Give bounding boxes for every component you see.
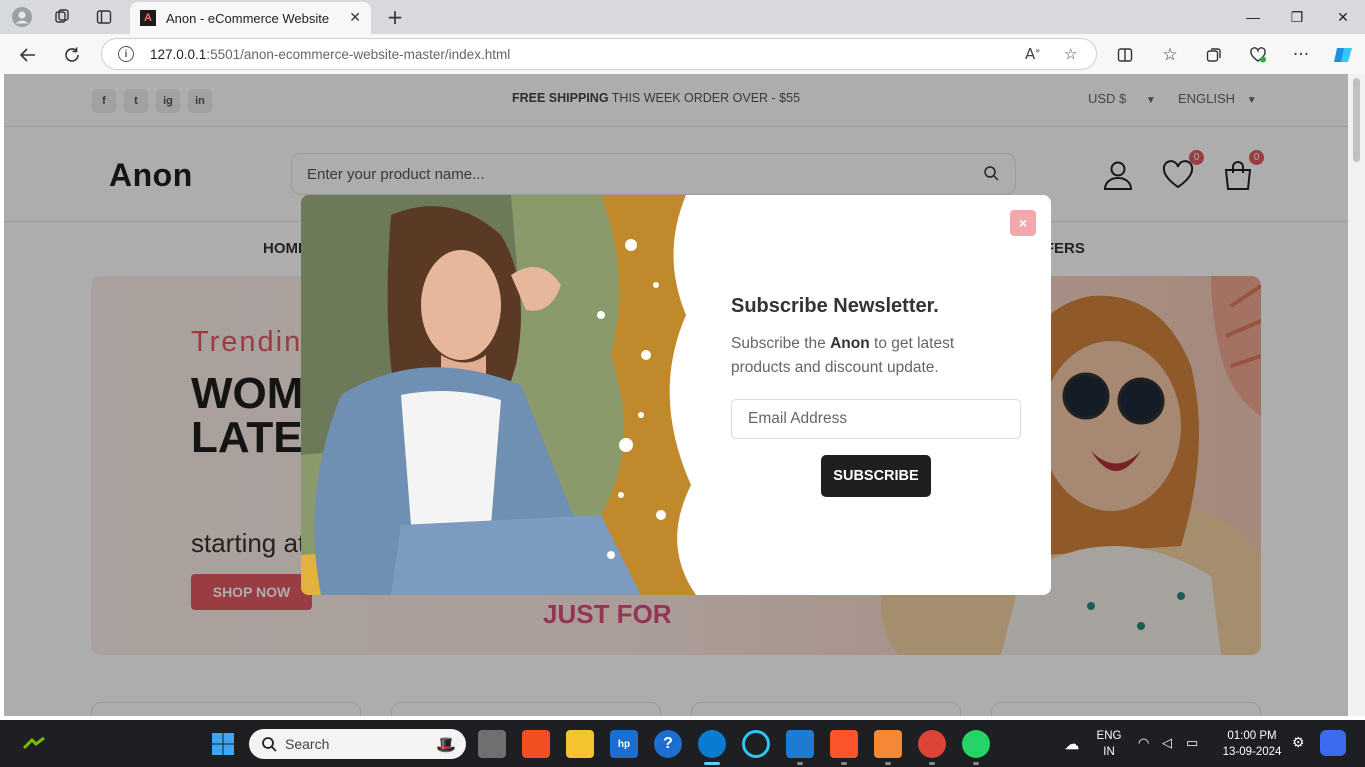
subscribe-button[interactable]: SUBSCRIBE xyxy=(821,455,931,497)
close-window-icon[interactable]: ✕ xyxy=(1328,5,1358,29)
more-menu-icon[interactable]: ··· xyxy=(1288,42,1314,68)
help-icon[interactable]: ? xyxy=(654,730,682,758)
favorites-icon[interactable]: ☆ xyxy=(1157,42,1183,68)
nvidia-icon[interactable] xyxy=(20,730,48,758)
task-view-icon[interactable] xyxy=(478,730,506,758)
app-icon[interactable] xyxy=(874,730,902,758)
windows-taskbar: Search 🎩 hp ? ☁ ENG IN ◠ ◁ ▭ 01:00 PM 13… xyxy=(0,720,1365,767)
newsletter-title: Subscribe Newsletter. xyxy=(731,295,939,317)
restore-icon[interactable]: ❐ xyxy=(1282,5,1312,29)
running-app-indicator xyxy=(929,762,935,765)
browser-toolbar: i 127.0.0.1:5501/anon-ecommerce-website-… xyxy=(0,34,1365,74)
brave-icon[interactable] xyxy=(830,730,858,758)
store-icon[interactable] xyxy=(522,730,550,758)
page-scrollbar[interactable] xyxy=(1348,74,1365,716)
browser-tab-strip: A Anon - eCommerce Website ✕ + — ❐ ✕ xyxy=(0,0,1365,34)
running-app-indicator xyxy=(885,762,891,765)
new-tab-icon[interactable]: + xyxy=(383,5,407,29)
search-icon xyxy=(262,737,277,752)
clock-date[interactable]: 13-09-2024 xyxy=(1218,746,1286,758)
profile-icon[interactable] xyxy=(10,5,34,29)
minimize-icon[interactable]: — xyxy=(1238,5,1268,29)
site-info-icon[interactable]: i xyxy=(118,46,134,62)
favorite-star-icon[interactable]: ☆ xyxy=(1064,45,1077,63)
refresh-icon[interactable] xyxy=(59,42,85,68)
search-highlight-icon: 🎩 xyxy=(436,734,456,754)
collections-icon[interactable] xyxy=(1201,42,1227,68)
email-field[interactable] xyxy=(731,399,1021,439)
address-bar[interactable]: i 127.0.0.1:5501/anon-ecommerce-website-… xyxy=(101,38,1097,70)
newsletter-model-image xyxy=(301,195,696,595)
settings-gear-icon[interactable]: ⚙ xyxy=(1292,734,1305,751)
taskbar-search[interactable]: Search 🎩 xyxy=(249,729,466,759)
battery-icon[interactable]: ▭ xyxy=(1186,735,1198,751)
copilot-taskbar-icon[interactable] xyxy=(1320,730,1346,756)
active-app-indicator xyxy=(704,762,720,765)
scrollbar-thumb[interactable] xyxy=(1353,78,1360,162)
start-windows-icon[interactable] xyxy=(209,730,237,758)
modal-close-icon[interactable]: × xyxy=(1010,210,1036,236)
running-app-indicator xyxy=(797,762,803,765)
workspaces-icon[interactable] xyxy=(50,5,74,29)
input-language-top[interactable]: ENG xyxy=(1094,730,1124,742)
chrome-icon[interactable] xyxy=(918,730,946,758)
tab-active[interactable]: A Anon - eCommerce Website ✕ xyxy=(130,2,371,34)
split-screen-icon[interactable] xyxy=(1112,42,1138,68)
read-aloud-icon[interactable]: A» xyxy=(1025,45,1040,63)
file-explorer-icon[interactable] xyxy=(566,730,594,758)
tab-actions-icon[interactable] xyxy=(92,5,116,29)
clock-time[interactable]: 01:00 PM xyxy=(1218,730,1286,742)
url-text: 127.0.0.1:5501/anon-ecommerce-website-ma… xyxy=(150,46,511,62)
input-language-bottom[interactable]: IN xyxy=(1094,746,1124,758)
newsletter-modal: × Subscribe Newsletter. Subscribe the An… xyxy=(301,195,1051,595)
onedrive-cloud-icon[interactable]: ☁ xyxy=(1058,730,1086,758)
copilot-icon[interactable] xyxy=(1330,42,1356,68)
vscode-icon[interactable] xyxy=(786,730,814,758)
browser-essentials-icon[interactable] xyxy=(1245,42,1271,68)
cortana-icon[interactable] xyxy=(742,730,770,758)
running-app-indicator xyxy=(973,762,979,765)
tab-close-icon[interactable]: ✕ xyxy=(349,10,361,26)
edge-icon[interactable] xyxy=(698,730,726,758)
volume-icon[interactable]: ◁ xyxy=(1162,735,1172,751)
tab-title: Anon - eCommerce Website xyxy=(166,10,330,26)
anon-favicon-icon: A xyxy=(140,10,156,26)
whatsapp-icon[interactable] xyxy=(962,730,990,758)
running-app-indicator xyxy=(841,762,847,765)
newsletter-description: Subscribe the Anon to get latest product… xyxy=(731,335,955,376)
back-icon[interactable] xyxy=(15,42,41,68)
wifi-icon[interactable]: ◠ xyxy=(1138,735,1149,751)
myhp-icon[interactable]: hp xyxy=(610,730,638,758)
